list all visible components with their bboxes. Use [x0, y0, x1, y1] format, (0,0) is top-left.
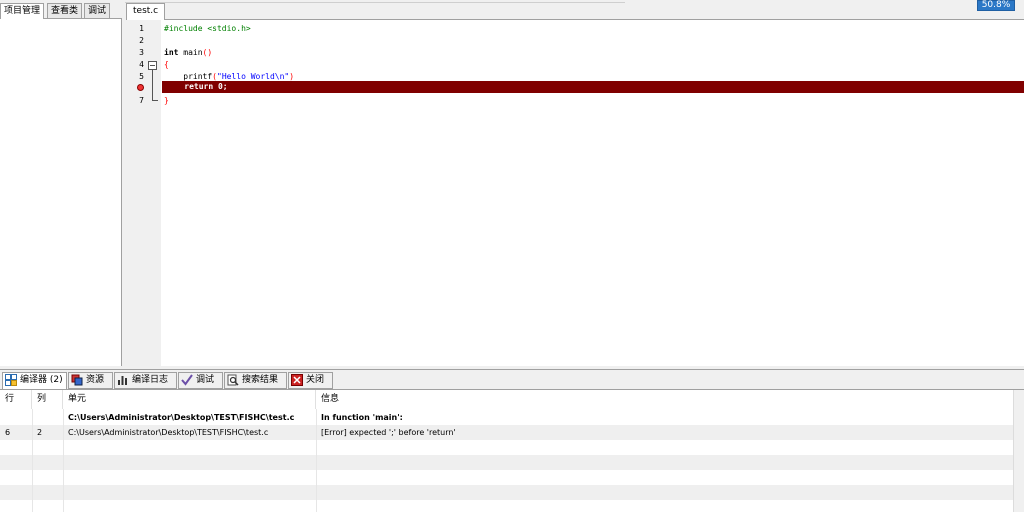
bottom-panel-tabs: 编译器 (2) 资源 编译日志 调试 搜索结果 关闭 — [0, 369, 1024, 390]
column-header-col[interactable]: 列 — [32, 390, 63, 409]
column-divider — [63, 409, 64, 512]
error-marker-icon[interactable] — [137, 84, 144, 91]
cell-col: 2 — [37, 428, 43, 437]
table-row[interactable]: C:\Users\Administrator\Desktop\TEST\FISH… — [0, 410, 1013, 425]
tab-compiler-label: 编译器 (2) — [20, 375, 63, 385]
line-number: 4 — [139, 60, 144, 69]
code-line-return: return 0; — [165, 82, 228, 91]
code-text-area[interactable]: #include <stdio.h> int main() { printf("… — [161, 20, 1024, 366]
cell-unit: C:\Users\Administrator\Desktop\TEST\FISH… — [68, 413, 295, 422]
table-row[interactable]: 6 2 C:\Users\Administrator\Desktop\TEST\… — [0, 425, 1013, 440]
table-row-empty — [0, 455, 1013, 470]
tab-compiler[interactable]: 编译器 (2) — [2, 372, 67, 390]
printf-close-paren: ) — [289, 72, 295, 81]
table-row-empty — [0, 485, 1013, 500]
fold-end-marker — [152, 100, 158, 101]
left-panel-tabs: 项目管理 查看类 调试 — [0, 3, 122, 19]
cell-info: [Error] expected ';' before 'return' — [321, 428, 456, 437]
tab-compile-log-label: 编译日志 — [132, 375, 169, 385]
tab-search-results-label: 搜索结果 — [242, 375, 279, 385]
cell-col — [32, 410, 63, 425]
line-number: 7 — [139, 96, 144, 105]
main-parens: () — [202, 48, 213, 57]
column-divider — [316, 409, 317, 512]
line-number: 5 — [139, 72, 144, 81]
tab-compile-log[interactable]: 编译日志 — [114, 372, 177, 389]
zoom-level-badge: 50.8% — [977, 0, 1015, 11]
tab-resources[interactable]: 资源 — [68, 372, 113, 389]
fold-minus — [150, 65, 155, 66]
column-header-row[interactable]: 行 — [0, 390, 32, 409]
results-scrollbar[interactable] — [1013, 390, 1024, 512]
code-line-printf: printf("Hello World\n") — [164, 72, 294, 81]
cell-info: In function 'main': — [321, 413, 403, 422]
column-header-unit[interactable]: 单元 — [63, 390, 316, 409]
search-icon — [227, 374, 239, 386]
grid-icon — [5, 373, 17, 386]
line-number: 3 — [139, 48, 144, 57]
cell-row: 6 — [5, 428, 11, 437]
tab-close-label: 关闭 — [306, 375, 325, 385]
check-icon — [181, 373, 193, 386]
return-statement: return 0; — [184, 82, 228, 91]
tab-debug-label: 调试 — [196, 375, 215, 385]
tab-debug[interactable]: 调试 — [178, 372, 223, 389]
line-number: 1 — [139, 24, 144, 33]
printf-ident: printf — [183, 72, 213, 81]
line-number: 2 — [139, 36, 144, 45]
main-ident: main — [178, 48, 203, 57]
column-divider — [32, 409, 33, 512]
line-number-gutter: 1 2 3 4 5 7 — [126, 20, 161, 366]
fold-guide-line — [152, 70, 153, 100]
resource-icon — [71, 374, 83, 385]
code-line-include: #include <stdio.h> — [164, 24, 251, 33]
compiler-results-table[interactable]: 行 列 单元 信息 C:\Users\Administrator\Desktop… — [0, 389, 1024, 512]
tab-resources-label: 资源 — [86, 375, 105, 385]
tab-search-results[interactable]: 搜索结果 — [224, 372, 287, 389]
column-header-info[interactable]: 信息 — [316, 390, 1013, 409]
tab-debug-left[interactable]: 调试 — [84, 3, 111, 18]
bar-chart-icon — [118, 375, 127, 385]
cell-row — [0, 410, 32, 425]
code-line-close-brace: } — [164, 96, 169, 105]
cell-unit: C:\Users\Administrator\Desktop\TEST\FISH… — [68, 428, 269, 437]
printf-string: "Hello World\n" — [217, 72, 290, 81]
project-tree-panel[interactable] — [0, 18, 122, 366]
tab-close[interactable]: 关闭 — [288, 372, 333, 389]
close-icon — [291, 373, 303, 386]
code-editor[interactable]: 1 2 3 4 5 7 #include <stdio.h> int main(… — [126, 19, 1024, 366]
keyword-int: int — [164, 48, 179, 57]
editor-tab-test-c[interactable]: test.c — [126, 3, 166, 20]
tab-class-browser[interactable]: 查看类 — [47, 3, 83, 18]
tab-project-management[interactable]: 项目管理 — [0, 3, 45, 19]
error-highlight-line: return 0; — [162, 81, 1024, 93]
code-line-main: int main() — [164, 48, 212, 57]
code-line-open-brace: { — [164, 60, 169, 69]
top-divider — [125, 2, 625, 3]
